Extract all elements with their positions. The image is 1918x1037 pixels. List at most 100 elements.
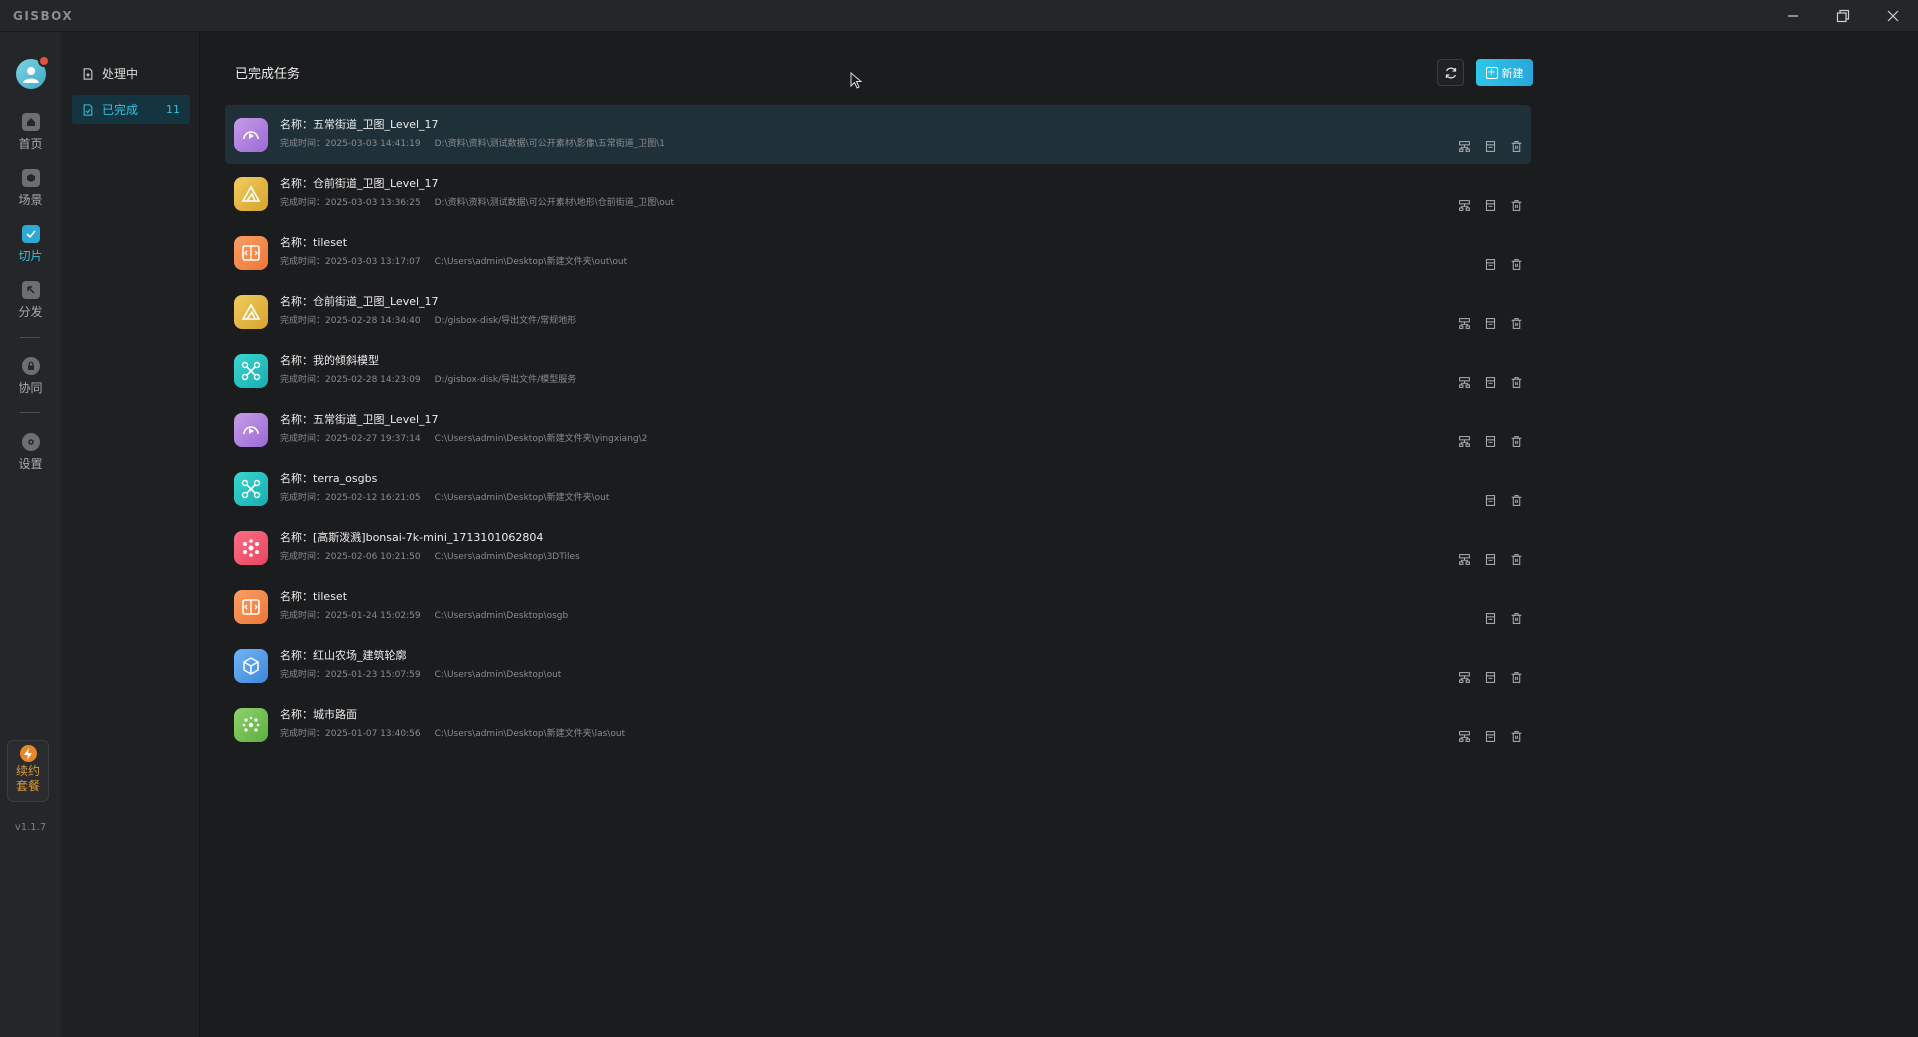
task-name: 名称：红山农场_建筑轮廓 — [280, 647, 407, 663]
task-row[interactable]: 名称：仓前街道_卫图_Level_17 完成时间：2025-02-28 14:34… — [225, 282, 1531, 341]
details-button[interactable] — [1484, 258, 1497, 271]
task-row[interactable]: 名称：我的倾斜模型 完成时间：2025-02-28 14:23:09 D:/gisb… — [225, 341, 1531, 400]
page-title: 已完成任务 — [235, 67, 301, 82]
delete-button[interactable] — [1510, 730, 1523, 743]
delete-button[interactable] — [1510, 199, 1523, 212]
completed-doc-icon — [83, 103, 93, 116]
task-row[interactable]: 名称：红山农场_建筑轮廓 完成时间：2025-01-23 15:07:59 C:\U… — [225, 636, 1531, 695]
delete-button[interactable] — [1510, 435, 1523, 448]
task-path: C:\Users\admin\Desktop\新建文件夹\out — [434, 493, 610, 503]
task-type-icon — [234, 413, 268, 447]
publish-button[interactable] — [1458, 435, 1471, 448]
lightning-icon — [19, 745, 37, 762]
drone-icon — [241, 361, 261, 381]
task-row[interactable]: 名称：tileset 完成时间：2025-03-03 13:17:07 C:\Use… — [225, 223, 1531, 282]
details-button[interactable] — [1484, 553, 1497, 566]
trash-icon — [1511, 377, 1522, 388]
task-time-prefix: 完成时间： — [280, 257, 326, 267]
publish-button[interactable] — [1458, 140, 1471, 153]
nav-collaborate[interactable]: 协同 — [0, 353, 61, 399]
nav-tile[interactable]: 切片 — [0, 221, 61, 267]
convert-icon — [242, 245, 260, 261]
task-name-prefix: 名称： — [280, 118, 313, 131]
publish-button[interactable] — [1458, 199, 1471, 212]
task-meta: 完成时间：2025-03-03 13:17:07 C:\Users\admin\D… — [280, 254, 627, 267]
nav-settings[interactable]: 设置 — [0, 429, 61, 475]
nav-collaborate-label: 协同 — [18, 380, 43, 395]
details-button[interactable] — [1484, 612, 1497, 625]
publish-button[interactable] — [1458, 553, 1471, 566]
nav-home[interactable]: 首页 — [0, 109, 61, 155]
renew-plan-button[interactable]: 续约 套餐 — [7, 740, 49, 802]
publish-button[interactable] — [1458, 376, 1471, 389]
restore-icon[interactable] — [1818, 0, 1868, 32]
nav-scene[interactable]: 场景 — [0, 165, 61, 211]
task-row[interactable]: 名称：[高斯泼溅]bonsai-7k-mini_1713101062804 完成时… — [225, 518, 1531, 577]
delete-button[interactable] — [1510, 612, 1523, 625]
task-name-prefix: 名称： — [280, 236, 313, 249]
task-path: D:/gisbox-disk/导出文件/模型服务 — [434, 375, 577, 385]
publish-button[interactable] — [1458, 671, 1471, 684]
delete-button[interactable] — [1510, 494, 1523, 507]
task-actions — [1445, 140, 1523, 153]
tab-completed[interactable]: 已完成 11 — [72, 95, 190, 124]
task-name-value: 五常街道_卫图_Level_17 — [313, 413, 439, 426]
task-time: 2025-03-03 13:36:25 — [325, 198, 421, 208]
details-button[interactable] — [1484, 435, 1497, 448]
task-type-icon — [234, 590, 268, 624]
trash-icon — [1511, 495, 1522, 506]
drone-icon — [241, 479, 261, 499]
task-actions — [1471, 258, 1523, 271]
delete-button[interactable] — [1510, 317, 1523, 330]
distribute-icon — [21, 280, 40, 299]
task-row[interactable]: 名称：tileset 完成时间：2025-01-24 15:02:59 C:\Use… — [225, 577, 1531, 636]
minimize-icon[interactable] — [1768, 0, 1818, 32]
task-name: 名称：仓前街道_卫图_Level_17 — [280, 175, 439, 191]
publish-button[interactable] — [1458, 730, 1471, 743]
details-button[interactable] — [1484, 376, 1497, 389]
new-task-button[interactable]: + 新建 — [1476, 59, 1533, 86]
task-time: 2025-02-27 19:37:14 — [325, 434, 421, 444]
task-name-prefix: 名称： — [280, 531, 313, 544]
task-path: D:\资料\资料\测试数据\可公开素材\影像\五常街道_卫图\1 — [434, 139, 666, 149]
close-icon[interactable] — [1868, 0, 1918, 32]
task-actions — [1471, 494, 1523, 507]
terrain-icon — [241, 185, 261, 202]
gaussian-icon — [243, 539, 259, 557]
delete-button[interactable] — [1510, 671, 1523, 684]
delete-button[interactable] — [1510, 258, 1523, 271]
details-button[interactable] — [1484, 671, 1497, 684]
publish-button[interactable] — [1458, 317, 1471, 330]
tile-icon — [21, 224, 40, 243]
task-row[interactable]: 名称：五常街道_卫图_Level_17 完成时间：2025-03-03 14:41… — [225, 105, 1531, 164]
delete-button[interactable] — [1510, 553, 1523, 566]
task-name: 名称：terra_osgbs — [280, 470, 377, 486]
details-button[interactable] — [1484, 317, 1497, 330]
trash-icon — [1511, 436, 1522, 447]
details-button[interactable] — [1484, 199, 1497, 212]
task-type-icon — [234, 118, 268, 152]
task-name: 名称：城市路面 — [280, 706, 357, 722]
convert-icon — [242, 599, 260, 615]
details-button[interactable] — [1484, 494, 1497, 507]
task-row[interactable]: 名称：仓前街道_卫图_Level_17 完成时间：2025-03-03 13:36… — [225, 164, 1531, 223]
delete-button[interactable] — [1510, 376, 1523, 389]
task-row[interactable]: 名称：五常街道_卫图_Level_17 完成时间：2025-02-27 19:37… — [225, 400, 1531, 459]
task-name: 名称：仓前街道_卫图_Level_17 — [280, 293, 439, 309]
task-row[interactable]: 名称：terra_osgbs 完成时间：2025-02-12 16:21:05 C:… — [225, 459, 1531, 518]
nav-distribute[interactable]: 分发 — [0, 277, 61, 323]
publish-icon — [1459, 318, 1470, 329]
task-actions — [1445, 671, 1523, 684]
app-version: v1.1.7 — [14, 822, 47, 833]
tab-processing[interactable]: 处理中 — [72, 59, 190, 88]
task-actions — [1445, 435, 1523, 448]
details-button[interactable] — [1484, 140, 1497, 153]
delete-button[interactable] — [1510, 140, 1523, 153]
document-icon — [1485, 672, 1496, 683]
task-row[interactable]: 名称：城市路面 完成时间：2025-01-07 13:40:56 C:\Users\… — [225, 695, 1531, 754]
details-button[interactable] — [1484, 730, 1497, 743]
task-type-icon — [234, 649, 268, 683]
task-time: 2025-01-23 15:07:59 — [325, 670, 421, 680]
refresh-button[interactable] — [1437, 59, 1464, 86]
trash-icon — [1511, 259, 1522, 270]
